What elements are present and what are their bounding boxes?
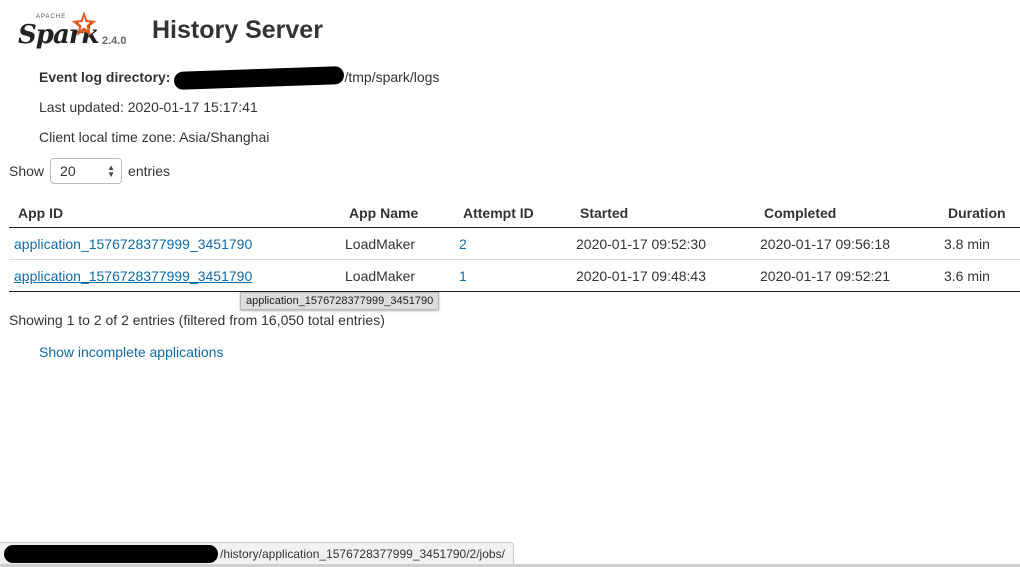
col-app-name[interactable]: App Name	[340, 199, 454, 228]
col-started[interactable]: Started	[571, 199, 755, 228]
entries-label: entries	[128, 163, 171, 179]
version-label: 2.4.0	[102, 35, 127, 47]
table-row: application_1576728377999_3451790 LoadMa…	[9, 227, 1020, 260]
event-log-label: Event log directory:	[39, 69, 171, 85]
app-id-link[interactable]: application_1576728377999_3451790	[14, 268, 252, 284]
spark-logo[interactable]: APACHE Spark 2.4.0	[18, 10, 138, 52]
entries-length-control: Show 20 ▲ ▼ entries	[9, 158, 170, 184]
app-name-cell: LoadMaker	[340, 227, 454, 260]
completed-cell: 2020-01-17 09:52:21	[755, 259, 939, 292]
attempt-id-link[interactable]: 1	[459, 268, 467, 284]
col-completed[interactable]: Completed	[755, 199, 939, 228]
attempt-id-link[interactable]: 2	[459, 236, 467, 252]
show-label: Show	[9, 163, 45, 179]
redaction-mark	[4, 545, 218, 563]
entries-select[interactable]: 20 ▲ ▼	[50, 158, 123, 184]
link-tooltip: application_1576728377999_3451790	[240, 292, 440, 310]
col-duration[interactable]: Duration	[939, 199, 1020, 228]
show-incomplete-link[interactable]: Show incomplete applications	[39, 344, 223, 360]
spark-star-icon	[72, 11, 96, 36]
app-id-link[interactable]: application_1576728377999_3451790	[14, 236, 252, 252]
app-name-cell: LoadMaker	[340, 259, 454, 292]
duration-cell: 3.6 min	[939, 259, 1020, 292]
table-header-row: App ID App Name Attempt ID Started Compl…	[9, 199, 1020, 228]
table-info: Showing 1 to 2 of 2 entries (filtered fr…	[9, 312, 385, 328]
browser-status-bar: /history/application_1576728377999_34517…	[0, 542, 514, 565]
client-timezone: Client local time zone: Asia/Shanghai	[39, 129, 270, 145]
page-title: History Server	[152, 16, 323, 44]
duration-cell: 3.8 min	[939, 227, 1020, 260]
started-cell: 2020-01-17 09:48:43	[571, 259, 755, 292]
table-row: application_1576728377999_3451790 LoadMa…	[9, 259, 1020, 292]
event-log-value: /tmp/spark/logs	[344, 69, 440, 85]
event-log-directory: Event log directory: /tmp/spark/logs	[39, 66, 440, 91]
history-table: App ID App Name Attempt ID Started Compl…	[9, 199, 1020, 292]
select-arrows-icon: ▲ ▼	[107, 163, 116, 179]
col-app-id[interactable]: App ID	[9, 199, 340, 228]
col-attempt-id[interactable]: Attempt ID	[454, 199, 571, 228]
status-url: /history/application_1576728377999_34517…	[220, 547, 505, 561]
last-updated: Last updated: 2020-01-17 15:17:41	[39, 99, 258, 115]
started-cell: 2020-01-17 09:52:30	[571, 227, 755, 260]
redaction-mark	[174, 66, 345, 91]
completed-cell: 2020-01-17 09:56:18	[755, 227, 939, 260]
entries-select-value: 20	[60, 163, 76, 179]
